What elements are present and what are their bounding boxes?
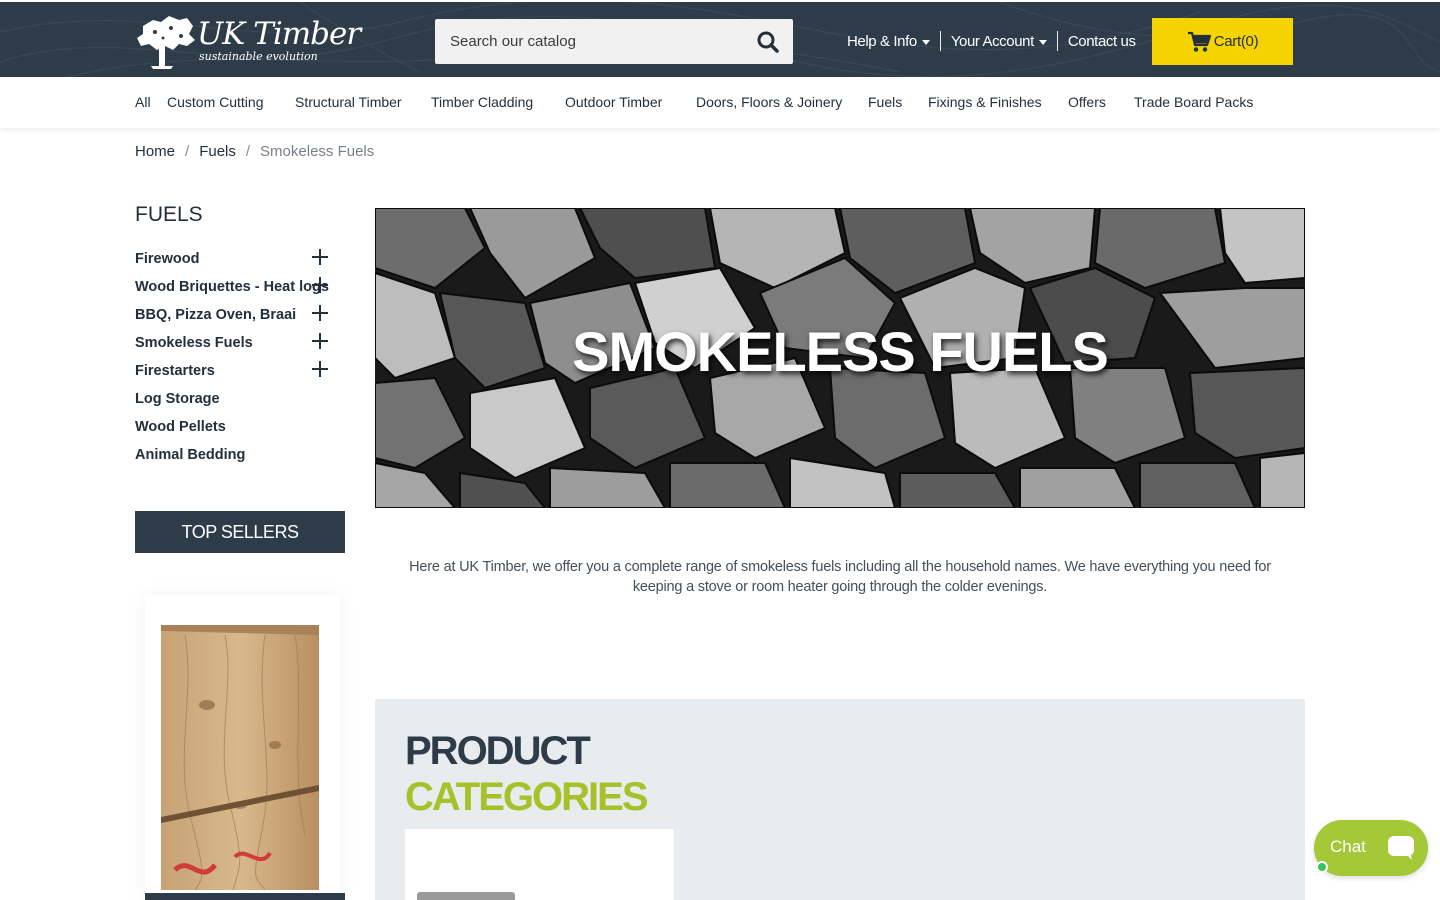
menu-item-fixings-finishes[interactable]: Fixings & Finishes (928, 94, 1042, 110)
site-header: UK Timber sustainable evolution Help & I… (0, 0, 1440, 77)
list-item: BBQ, Pizza Oven, Braai (135, 305, 345, 335)
menu-item-outdoor-timber[interactable]: Outdoor Timber (565, 94, 662, 110)
product-card-footer (145, 893, 345, 900)
divider (1056, 31, 1058, 51)
list-item: Wood Pellets (135, 419, 345, 447)
breadcrumb: Home / Fuels / Smokeless Fuels (135, 143, 374, 160)
divider (939, 31, 941, 51)
chat-button[interactable]: Chat (1314, 820, 1428, 876)
search-icon (757, 31, 779, 53)
search-bar (435, 19, 793, 64)
menu-item-trade-board-packs[interactable]: Trade Board Packs (1134, 94, 1253, 110)
list-item: Wood Briquettes - Heat logs (135, 277, 345, 307)
contact-us-link[interactable]: Contact us (1068, 33, 1136, 50)
hero-title: SMOKELESS FUELS (572, 320, 1109, 383)
category-link-firestarters[interactable]: Firestarters (135, 363, 215, 379)
breadcrumb-separator: / (185, 143, 190, 160)
your-account-label: Your Account (950, 32, 1034, 50)
plus-icon[interactable] (312, 277, 328, 293)
breadcrumb-current: Smokeless Fuels (260, 143, 375, 160)
menu-item-structural-timber[interactable]: Structural Timber (295, 94, 402, 110)
subcategory-image (417, 892, 515, 900)
list-item: Log Storage (135, 391, 345, 419)
category-link-animal-bedding[interactable]: Animal Bedding (135, 447, 245, 463)
plus-icon[interactable] (312, 305, 328, 321)
category-link-smokeless-fuels[interactable]: Smokeless Fuels (135, 335, 253, 351)
category-list: Firewood Wood Briquettes - Heat logs BBQ… (135, 249, 345, 475)
timber-boards-image (161, 625, 319, 891)
category-link-bbq[interactable]: BBQ, Pizza Oven, Braai (135, 307, 296, 323)
menu-item-fuels[interactable]: Fuels (868, 94, 902, 110)
subcategory-card[interactable] (405, 829, 674, 900)
breadcrumb-separator: / (245, 143, 251, 160)
category-link-wood-pellets[interactable]: Wood Pellets (135, 419, 226, 435)
top-seller-product-image[interactable] (145, 595, 340, 900)
breadcrumb-fuels[interactable]: Fuels (199, 143, 236, 160)
help-info-label: Help & Info (847, 32, 917, 50)
search-button[interactable] (753, 27, 783, 57)
plus-icon[interactable] (312, 333, 328, 349)
plus-icon[interactable] (312, 249, 328, 265)
menu-item-custom-cutting[interactable]: Custom Cutting (167, 94, 263, 110)
your-account-dropdown[interactable]: Your Account (951, 33, 1047, 50)
breadcrumb-home[interactable]: Home (135, 143, 175, 160)
product-categories-section: PRODUCT CATEGORIES (375, 699, 1305, 900)
logo-tagline: sustainable evolution (199, 50, 318, 63)
category-link-firewood[interactable]: Firewood (135, 251, 199, 267)
caret-down-icon (1038, 39, 1047, 45)
chat-bubble-icon (1388, 836, 1414, 860)
cart-button[interactable]: Cart(0) (1152, 18, 1293, 65)
main-menu: All Custom Cutting Structural Timber Tim… (0, 77, 1440, 128)
chat-label: Chat (1330, 837, 1366, 856)
list-item: Smokeless Fuels (135, 333, 345, 363)
section-title-line1: PRODUCT (405, 729, 591, 773)
top-sellers-heading: TOP SELLERS (135, 511, 345, 553)
list-item: Firewood (135, 249, 345, 279)
search-input[interactable] (435, 19, 745, 64)
logo-tree-icon (137, 16, 195, 69)
sidebar-title: FUELS (135, 203, 203, 226)
menu-item-doors-floors-joinery[interactable]: Doors, Floors & Joinery (696, 94, 842, 110)
cart-count: (0) (1240, 33, 1259, 50)
category-link-log-storage[interactable]: Log Storage (135, 391, 220, 407)
logo-wordmark: UK Timber (197, 16, 361, 52)
cart-label: Cart(0) (1213, 33, 1259, 50)
uk-timber-logo[interactable]: UK Timber sustainable evolution (135, 12, 361, 70)
section-title-line2: CATEGORIES (405, 775, 649, 819)
menu-item-offers[interactable]: Offers (1068, 94, 1106, 110)
menu-item-timber-cladding[interactable]: Timber Cladding (431, 94, 533, 110)
list-item: Firestarters (135, 361, 345, 391)
category-hero-banner: SMOKELESS FUELS (375, 208, 1305, 508)
caret-down-icon (921, 39, 930, 45)
help-info-dropdown[interactable]: Help & Info (847, 33, 930, 50)
plus-icon[interactable] (312, 361, 328, 377)
category-link-wood-briquettes[interactable]: Wood Briquettes - Heat logs (135, 279, 329, 295)
list-item: Animal Bedding (135, 447, 345, 475)
cart-icon (1187, 31, 1211, 52)
category-description: Here at UK Timber, we offer you a comple… (409, 559, 1271, 595)
menu-item-all[interactable]: All (135, 94, 151, 110)
online-status-dot (1316, 861, 1328, 873)
top-links: Help & Info Your Account Contact us (847, 30, 1136, 52)
